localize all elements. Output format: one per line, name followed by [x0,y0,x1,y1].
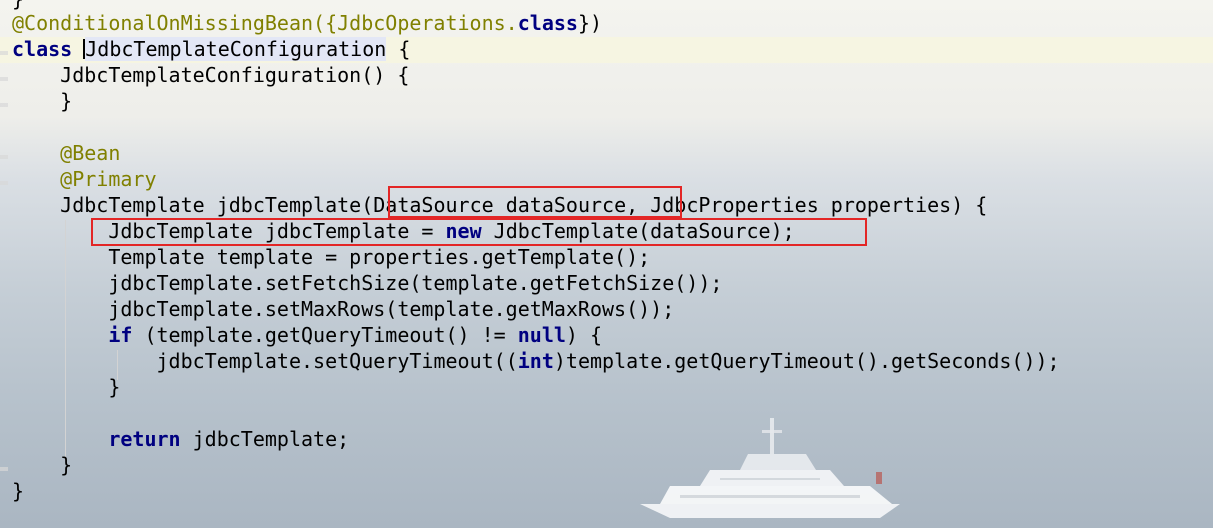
code-line-if-timeout: if (template.getQueryTimeout() != null) … [108,323,603,347]
code-line-primary-annotation: @Primary [60,167,157,191]
fold-marker[interactable] [0,174,8,192]
fold-marker[interactable] [0,460,8,478]
code-line-set-fetch-size: jdbcTemplate.setFetchSize(template.getFe… [108,271,723,295]
code-line-get-template: Template template = properties.getTempla… [108,245,651,269]
code-line-class-close: } [12,479,25,503]
code-line-set-query-timeout: jdbcTemplate.setQueryTimeout((int)templa… [156,349,1060,373]
fold-gutter [0,0,10,528]
code-line-bean-annotation: @Bean [60,141,121,165]
highlight-box-new-jdbctemplate [91,218,867,246]
fold-marker[interactable] [0,44,8,62]
code-line-method-close: } [60,453,73,477]
yacht-background-image [640,418,900,518]
highlight-box-datasource-param [388,186,682,218]
code-line-constructor-close: } [60,89,73,113]
code-editor[interactable]: } @ConditionalOnMissingBean({JdbcOperati… [0,0,1213,528]
code-line-set-max-rows: jdbcTemplate.setMaxRows(template.getMaxR… [108,297,675,321]
fold-marker[interactable] [0,148,8,166]
code-line-class-declaration: class JdbcTemplateConfiguration { [12,37,411,61]
fold-marker[interactable] [0,96,8,114]
code-line-if-close: } [108,375,121,399]
code-line-return: return jdbcTemplate; [108,427,350,451]
class-name: JdbcTemplateConfiguration [85,37,387,61]
code-line-conditional-annotation: @ConditionalOnMissingBean({JdbcOperation… [12,11,603,35]
fold-marker[interactable] [0,70,8,88]
code-line-constructor: JdbcTemplateConfiguration() { [60,63,410,87]
